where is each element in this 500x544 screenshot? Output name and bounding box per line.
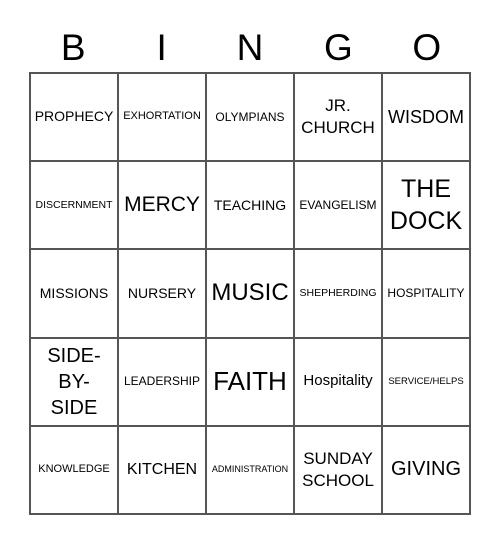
bingo-cell[interactable]: SUNDAY SCHOOL bbox=[294, 425, 382, 514]
bingo-cell[interactable]: SERVICE/HELPS bbox=[382, 337, 470, 426]
bingo-cell[interactable]: ADMINISTRATION bbox=[206, 425, 294, 514]
bingo-cell[interactable]: SHEPHERDING bbox=[294, 249, 382, 338]
bingo-cell[interactable]: EVANGELISM bbox=[294, 161, 382, 250]
bingo-cell[interactable]: MISSIONS bbox=[30, 249, 118, 338]
bingo-cell[interactable]: SIDE-BY-SIDE bbox=[30, 337, 118, 426]
bingo-cell[interactable]: MERCY bbox=[118, 161, 206, 250]
header-letter-n: N bbox=[236, 27, 264, 68]
bingo-grid: PROPHECY EXHORTATION OLYMPIANS JR. CHURC… bbox=[29, 72, 471, 515]
header-letter-i: I bbox=[156, 27, 167, 68]
bingo-header: B I N G O bbox=[29, 26, 471, 70]
bingo-cell[interactable]: WISDOM bbox=[382, 73, 470, 162]
header-letter-g: G bbox=[323, 27, 353, 68]
header-letter-b: B bbox=[60, 27, 86, 68]
bingo-cell[interactable]: PROPHECY bbox=[30, 73, 118, 162]
bingo-cell[interactable]: EXHORTATION bbox=[118, 73, 206, 162]
bingo-cell[interactable]: OLYMPIANS bbox=[206, 73, 294, 162]
bingo-cell[interactable]: HOSPITALITY bbox=[382, 249, 470, 338]
bingo-cell[interactable]: TEACHING bbox=[206, 161, 294, 250]
bingo-cell[interactable]: NURSERY bbox=[118, 249, 206, 338]
bingo-cell[interactable]: THE DOCK bbox=[382, 161, 470, 250]
bingo-cell[interactable]: DISCERNMENT bbox=[30, 161, 118, 250]
bingo-cell[interactable]: Hospitality bbox=[294, 337, 382, 426]
bingo-cell[interactable]: MUSIC bbox=[206, 249, 294, 338]
bingo-cell[interactable]: JR. CHURCH bbox=[294, 73, 382, 162]
header-letter-o: O bbox=[412, 27, 442, 68]
bingo-cell[interactable]: KNOWLEDGE bbox=[30, 425, 118, 514]
bingo-cell[interactable]: FAITH bbox=[206, 337, 294, 426]
bingo-cell[interactable]: KITCHEN bbox=[118, 425, 206, 514]
bingo-cell[interactable]: LEADERSHIP bbox=[118, 337, 206, 426]
bingo-cell[interactable]: GIVING bbox=[382, 425, 470, 514]
